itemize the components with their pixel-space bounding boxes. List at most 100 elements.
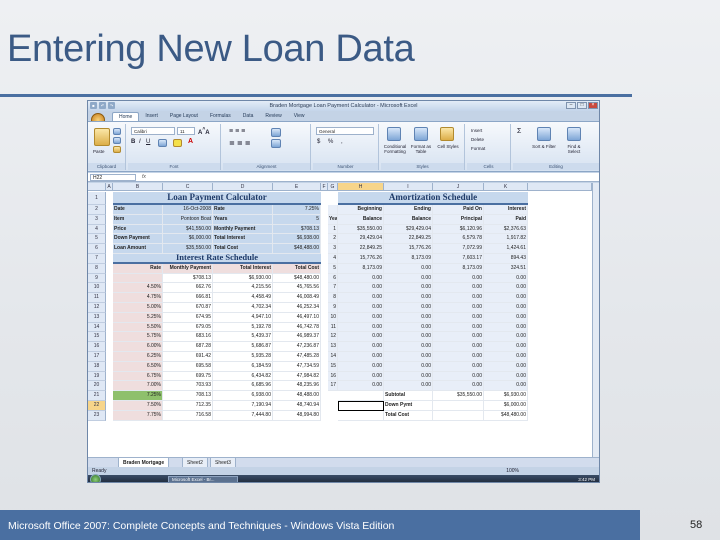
insert-cells-button[interactable]: Insert [471,128,482,133]
amort-header[interactable] [328,205,338,215]
irs-cell[interactable]: 683.16 [163,332,213,343]
amort-cell[interactable]: 0.00 [338,322,384,333]
borders-icon[interactable] [158,139,167,147]
amort-cell[interactable]: 0.00 [484,293,528,303]
row-header[interactable]: 8 [88,263,106,274]
irs-cell[interactable]: 47,734.59 [273,361,321,372]
row-header[interactable]: 2 [88,205,106,215]
row-header[interactable]: 17 [88,352,106,362]
amort-cell[interactable]: 0.00 [338,303,384,313]
irs-cell[interactable]: $6,930.00 [213,273,273,284]
irs-cell[interactable]: 712.35 [163,401,213,411]
row-header[interactable]: 13 [88,312,106,323]
amort-cell[interactable]: 7 [328,283,338,294]
amort-cell[interactable]: $35,550.00 [338,224,384,235]
irs-cell[interactable]: 674.95 [163,312,213,323]
loan-value[interactable]: 5 [273,214,321,225]
amort-cell[interactable]: 0.00 [433,293,484,303]
column-header-i[interactable]: I [384,183,433,191]
format-cells-button[interactable]: Format [471,146,485,151]
irs-cell[interactable]: 6.25% [113,352,163,362]
irs-cell[interactable]: 6.00% [113,342,163,352]
minimize-button[interactable]: – [566,102,576,109]
loan-label[interactable]: Rate [213,205,273,215]
irs-cell[interactable]: 691.42 [163,352,213,362]
amort-cell[interactable]: 0.00 [384,312,433,323]
loan-label[interactable]: Total Interest [213,234,273,245]
amort-cell[interactable]: 0.00 [484,332,528,343]
paste-icon[interactable] [94,128,110,146]
irs-cell[interactable]: 4,215.56 [213,283,273,294]
irs-cell[interactable]: 7.25% [113,391,163,401]
amort-cell[interactable]: 0.00 [484,371,528,382]
amort-cell[interactable]: 8,173.09 [338,263,384,274]
irs-cell[interactable]: 47,236.87 [273,342,321,352]
irs-cell[interactable]: 46,742.78 [273,322,321,333]
align-top-icons[interactable]: ≡≡≡ [229,128,247,135]
amort-cell[interactable]: 4 [328,254,338,264]
amort-total-value[interactable]: $6,930.00 [484,391,528,401]
amort-cell[interactable]: 0.00 [484,283,528,294]
amort-total-value[interactable]: $35,550.00 [433,391,484,401]
amort-total-cell[interactable] [338,391,384,401]
loan-value[interactable]: $6,938.00 [273,234,321,245]
irs-cell[interactable]: 46,252.34 [273,303,321,313]
amort-cell[interactable]: 0.00 [384,342,433,352]
irs-cell[interactable]: 708.13 [163,391,213,401]
row-header[interactable]: 15 [88,332,106,343]
amort-cell[interactable]: 0.00 [433,273,484,284]
bold-icon[interactable]: B [131,139,135,145]
irs-cell[interactable]: 4,458.49 [213,293,273,303]
amort-cell[interactable]: 0.00 [433,361,484,372]
irs-cell[interactable]: 4,947.10 [213,312,273,323]
irs-cell[interactable]: $48,480.00 [273,273,321,284]
loan-value[interactable]: Pontoon Boat [163,214,213,225]
amort-cell[interactable]: 0.00 [384,381,433,392]
conditional-formatting-label[interactable]: Conditional Formatting [382,144,408,154]
amort-cell[interactable]: 5 [328,263,338,274]
amort-header[interactable]: Paid On [433,205,484,215]
irs-cell[interactable]: 5.75% [113,332,163,343]
grow-font-icon[interactable]: A^A [198,127,210,136]
column-header-f[interactable]: F [321,183,328,191]
cell-styles-icon[interactable] [440,127,454,141]
format-painter-icon[interactable] [113,146,121,153]
vertical-scrollbar[interactable] [592,183,599,457]
amort-cell[interactable]: 7,603.17 [433,254,484,264]
amort-header[interactable]: Paid [484,214,528,225]
amort-cell[interactable]: 0.00 [433,322,484,333]
redo-icon[interactable]: ↷ [108,102,115,109]
row-header[interactable]: 20 [88,381,106,392]
irs-cell[interactable]: 699.75 [163,371,213,382]
amort-cell[interactable]: 0.00 [338,342,384,352]
amort-cell[interactable]: 12 [328,332,338,343]
amort-cell[interactable]: 2 [328,234,338,245]
amort-total-value[interactable]: $6,000.00 [484,401,528,411]
amort-cell[interactable]: 0.00 [384,293,433,303]
amort-header[interactable]: Beginning [338,205,384,215]
loan-label[interactable]: Monthly Payment [213,224,273,235]
row-header[interactable]: 11 [88,293,106,303]
row-header[interactable]: 4 [88,224,106,235]
amort-cell[interactable]: 0.00 [484,381,528,392]
amort-total-label[interactable]: Subtotal [384,391,433,401]
cut-icon[interactable] [113,128,121,135]
worksheet-grid[interactable]: A B C D E F G H I J K 1 2 3 4 5 6 7 8 9 10 11 12 13 14 15 16 17 18 19… [88,183,592,457]
find-select-label[interactable]: Find & Select [561,144,587,154]
wrap-text-icon[interactable] [271,128,281,137]
irs-cell[interactable]: 695.58 [163,361,213,372]
amort-cell[interactable]: 0.00 [484,352,528,362]
irs-cell[interactable]: 5,935.28 [213,352,273,362]
row-header[interactable]: 1 [88,192,106,205]
font-size-select[interactable]: 11 [177,127,195,135]
amort-cell[interactable]: 0.00 [433,342,484,352]
amort-cell[interactable]: 0.00 [484,342,528,352]
irs-cell[interactable]: 45,765.56 [273,283,321,294]
selected-cell-h22[interactable] [338,401,384,411]
row-header[interactable]: 5 [88,234,106,245]
amort-header[interactable]: Balance [384,214,433,225]
amort-cell[interactable]: $2,376.63 [484,224,528,235]
tab-view[interactable]: View [288,112,311,121]
amort-total-value[interactable]: $48,480.00 [484,410,528,421]
tab-data[interactable]: Data [237,112,260,121]
